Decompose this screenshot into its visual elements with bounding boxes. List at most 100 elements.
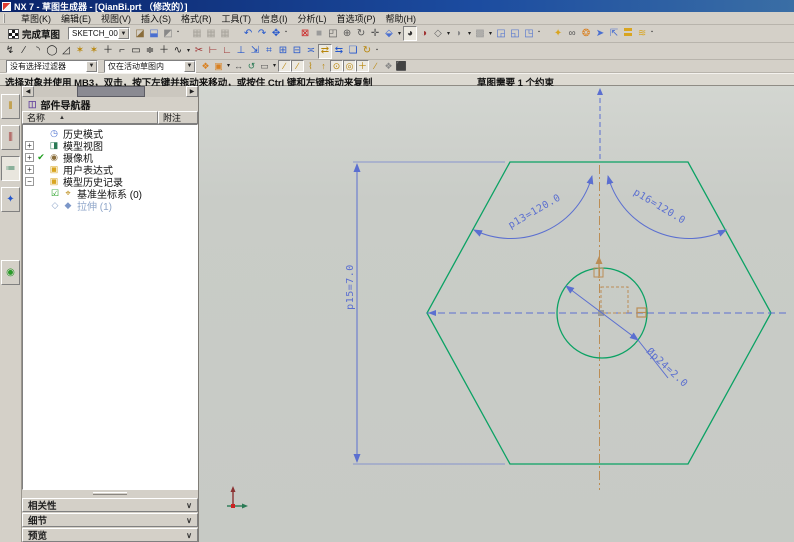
tab-constraint-navigator[interactable]: ⫼ [1, 125, 20, 150]
circle-icon[interactable]: ◯ [45, 44, 59, 59]
snap-settings-icon[interactable]: ▣ [212, 60, 225, 72]
column-header-name[interactable]: 名称 ▲ [22, 111, 158, 124]
quick-extend-icon[interactable]: ⊢ [206, 44, 220, 59]
panel-horizontal-scrollbar[interactable]: ◀ ▶ [22, 86, 198, 97]
splitter-grip[interactable] [93, 492, 127, 495]
dimension-angle-right[interactable]: p16=120.0 [606, 175, 727, 239]
section-dependencies[interactable]: 相关性 ∨ [22, 498, 198, 512]
render-style-caret[interactable]: ▾ [445, 26, 452, 41]
chevron-down-icon[interactable]: ▼ [86, 60, 97, 72]
background-icon[interactable]: ▩ [473, 26, 487, 41]
studio-spline-icon[interactable]: ∿ [171, 44, 185, 59]
menu-format[interactable]: 格式(R) [176, 11, 217, 26]
expander-icon[interactable] [39, 201, 48, 210]
menu-sketch[interactable]: 草图(K) [16, 11, 56, 26]
selection-scope-combobox[interactable]: 仅在活动草图内 ▼ [104, 59, 196, 73]
scrollbar-thumb[interactable] [76, 86, 145, 97]
dimension-angle-right-label[interactable]: p16=120.0 [631, 187, 687, 227]
chevron-down-icon[interactable]: ▼ [118, 28, 130, 39]
auto-dimension-icon[interactable]: ⇲ [248, 44, 262, 59]
column-header-note[interactable]: 附注 [158, 111, 198, 124]
zoom-window-icon[interactable]: ◰ [326, 26, 340, 41]
fillet-icon[interactable]: ◿ [59, 44, 73, 59]
animate-dimension-icon[interactable]: ≍ [304, 44, 318, 59]
paste-icon[interactable]: ▦ [218, 26, 232, 41]
highlight-icon[interactable]: ❂ [579, 26, 593, 41]
clip-section-icon[interactable]: ◲ [494, 26, 508, 41]
snap-key-icon[interactable]: ✦ [551, 26, 565, 41]
snap-quadrant-icon[interactable]: ◎ [343, 60, 356, 72]
expander-icon[interactable]: + [25, 152, 34, 162]
dimension-height-label[interactable]: p15=7.0 [345, 264, 356, 310]
face-analysis-icon[interactable]: ◗ [452, 26, 466, 41]
graphics-window[interactable]: p15=7.0 p13=120.0 p16=120.0 Øp24=2.0 [199, 86, 794, 542]
clip-section2-icon[interactable]: ◱ [508, 26, 522, 41]
select-cursor-icon[interactable]: ➤ [593, 26, 607, 41]
background-caret[interactable]: ▾ [487, 26, 494, 41]
toolbar-grip[interactable] [3, 13, 13, 23]
dimension-angle-left-label[interactable]: p13=120.0 [507, 192, 563, 231]
rect-select-caret[interactable]: ▾ [271, 60, 278, 72]
tab-assembly-navigator[interactable]: ⫴ [1, 94, 20, 119]
tree-item-model-views[interactable]: + ◨ 模型视图 [25, 139, 197, 153]
tree-item-history-mode[interactable]: ◷ 历史模式 [25, 127, 197, 141]
line-icon[interactable]: ∕ [17, 44, 31, 59]
snap-control-point-icon[interactable]: ⌇ [304, 60, 317, 72]
redo-icon[interactable]: ↷ [255, 26, 269, 41]
tab-part-navigator[interactable]: ≔ [1, 156, 20, 181]
auto-constrain-icon[interactable]: ⊞ [276, 44, 290, 59]
face-analysis-caret[interactable]: ▾ [466, 26, 473, 41]
expander-icon[interactable]: − [25, 176, 34, 186]
scroll-right-icon[interactable]: ▶ [186, 86, 198, 97]
corner-rect-icon[interactable]: ⌐ [115, 44, 129, 59]
sort-ascending-icon[interactable]: ▲ [59, 115, 65, 121]
checkbox-icon[interactable]: ◇ [50, 200, 60, 211]
panel-splitter[interactable] [22, 490, 198, 497]
dimension-angle-left[interactable]: p13=120.0 [473, 175, 594, 239]
section-preview[interactable]: 预览 ∨ [22, 528, 198, 542]
offset-curve-icon[interactable]: ≑ [143, 44, 157, 59]
tab-reuse-library[interactable]: ✦ [1, 187, 20, 212]
inferred-constraints-icon[interactable]: ❏ [346, 44, 360, 59]
group-separator[interactable] [232, 26, 241, 41]
pan-view-icon[interactable]: ✛ [368, 26, 382, 41]
copy-icon[interactable]: ▦ [204, 26, 218, 41]
snap-arc-center-icon[interactable]: ⊙ [330, 60, 343, 72]
continuous-auto-dim-icon[interactable]: ↻ [360, 44, 374, 59]
expander-icon[interactable] [39, 189, 48, 198]
show-remove-constraints-icon[interactable]: ⊟ [290, 44, 304, 59]
menu-tools[interactable]: 工具(T) [217, 11, 257, 26]
make-corner-icon[interactable]: ∟ [220, 44, 234, 59]
chevron-down-icon[interactable]: ∨ [186, 516, 192, 525]
menu-help[interactable]: 帮助(H) [381, 11, 422, 26]
constraints-icon[interactable]: ⊥ [234, 44, 248, 59]
scroll-left-icon[interactable]: ◀ [22, 86, 34, 97]
group-separator[interactable] [181, 26, 190, 41]
profile-icon[interactable]: ↯ [3, 44, 17, 59]
menu-preferences[interactable]: 首选项(P) [332, 11, 381, 26]
show-constraints-icon[interactable]: ⌗ [262, 44, 276, 59]
expander-icon[interactable]: + [25, 164, 34, 174]
snap-point-enable-icon[interactable]: ❖ [199, 60, 212, 72]
rotate-view-icon[interactable]: ↻ [354, 26, 368, 41]
selection-filter-combobox[interactable]: 没有选择过滤器 ▼ [6, 59, 98, 73]
alternate-solution-icon[interactable]: ⇆ [332, 44, 346, 59]
scrollbar-track[interactable] [34, 86, 186, 97]
snap-point-on-face-icon[interactable]: ❖ [382, 60, 395, 72]
convert-reference-icon[interactable]: ⇄ [318, 43, 332, 59]
group-separator[interactable] [289, 26, 298, 41]
dimension-diameter-label[interactable]: Øp24=2.0 [644, 345, 690, 389]
menu-information[interactable]: 信息(I) [256, 11, 293, 26]
cut-icon[interactable]: ▦ [190, 26, 204, 41]
group-separator[interactable] [542, 26, 551, 41]
tab-history[interactable]: ◉ [1, 260, 20, 285]
snap-intersection-icon[interactable]: ↑ [317, 60, 330, 72]
chevron-down-icon[interactable]: ▼ [184, 60, 195, 72]
select-loop-icon[interactable]: ↺ [245, 60, 258, 72]
fill-view-icon[interactable]: ■ [312, 26, 326, 41]
zoom-icon[interactable]: ⊕ [340, 26, 354, 41]
sketch-name-combobox[interactable]: SKETCH_000 ▼ [68, 27, 131, 40]
checkbox-icon[interactable]: ☑ [50, 188, 60, 199]
snap-settings-caret[interactable]: ▾ [225, 60, 232, 72]
snap-existing-point-icon[interactable]: ＋ [356, 60, 369, 72]
